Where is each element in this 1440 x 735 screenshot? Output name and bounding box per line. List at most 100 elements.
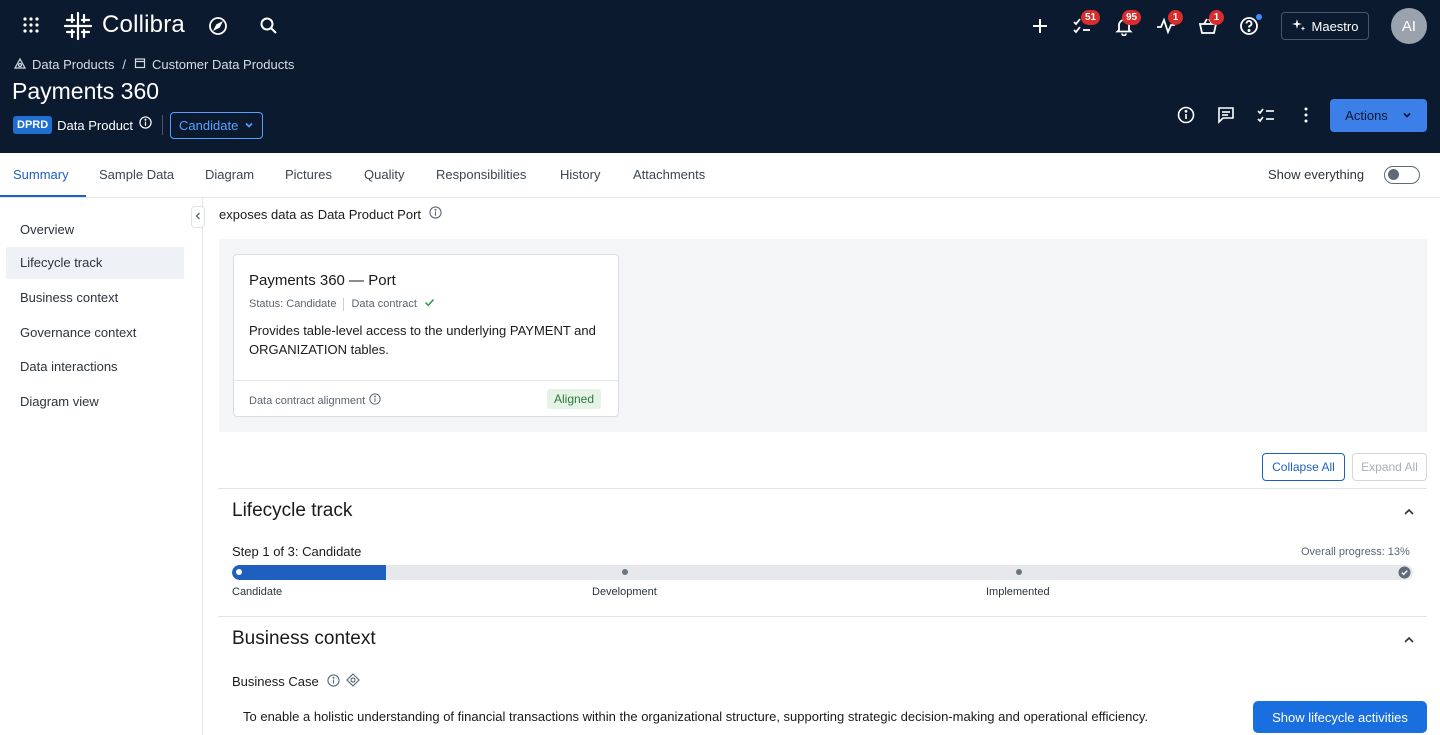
- target-icon[interactable]: [345, 673, 360, 690]
- show-everything-label: Show everything: [1268, 167, 1365, 182]
- stage-marker-implemented: [1016, 569, 1022, 575]
- section-nav: Overview Lifecycle track Business contex…: [0, 198, 203, 735]
- chevron-left-icon: [194, 208, 202, 226]
- relation-header: exposes data as Data Product Port: [219, 206, 442, 222]
- collapse-all-button[interactable]: Collapse All: [1262, 453, 1345, 481]
- sidebar-item-lifecycle-track[interactable]: Lifecycle track: [6, 247, 184, 279]
- breadcrumb-item-data-products[interactable]: Data Products: [32, 57, 114, 72]
- asset-type-label: Data Product: [57, 117, 134, 133]
- port-card-footer: Data contract alignment Aligned: [234, 380, 618, 417]
- expand-all-button[interactable]: Expand All: [1352, 453, 1427, 481]
- sidebar-item-data-interactions[interactable]: Data interactions: [6, 351, 184, 383]
- lifecycle-progress-fill: [232, 565, 386, 580]
- check-icon: [424, 297, 435, 311]
- lifecycle-progress-text: Overall progress: 13%: [1301, 546, 1410, 558]
- tab-summary[interactable]: Summary: [0, 153, 86, 197]
- breadcrumb-item-customer-data-products[interactable]: Customer Data Products: [152, 57, 294, 72]
- actions-button[interactable]: Actions: [1330, 99, 1427, 132]
- help-indicator-dot: [1256, 14, 1262, 20]
- sidebar-item-overview[interactable]: Overview: [6, 214, 184, 246]
- status-value: Candidate: [179, 117, 239, 133]
- lifecycle-section-title[interactable]: Lifecycle track: [232, 500, 352, 522]
- info-circle-icon[interactable]: [1177, 106, 1195, 124]
- maestro-button[interactable]: Maestro: [1281, 12, 1369, 40]
- chevron-down-icon: [244, 118, 254, 133]
- show-lifecycle-activities-button[interactable]: Show lifecycle activities: [1253, 701, 1427, 733]
- business-case-header: Business Case: [232, 673, 360, 690]
- notifications-badge: 95: [1122, 10, 1142, 25]
- toggle-knob: [1388, 169, 1399, 180]
- stage-label-implemented: Implemented: [986, 586, 1050, 598]
- relation-prefix: exposes data as: [219, 206, 314, 222]
- business-context-section-title[interactable]: Business context: [232, 628, 376, 650]
- search-icon[interactable]: [259, 16, 278, 35]
- collibra-logo-icon[interactable]: [63, 11, 93, 41]
- tab-diagram[interactable]: Diagram: [205, 153, 254, 197]
- info-icon[interactable]: [369, 393, 381, 408]
- tab-quality[interactable]: Quality: [364, 153, 404, 197]
- avatar[interactable]: AI: [1391, 8, 1427, 44]
- info-icon[interactable]: [327, 673, 340, 690]
- activity-badge: 1: [1168, 10, 1183, 25]
- checklist-icon[interactable]: [1257, 106, 1275, 124]
- community-icon: [13, 57, 27, 72]
- port-title[interactable]: Payments 360 — Port: [249, 272, 396, 289]
- basket-badge: 1: [1209, 10, 1224, 25]
- logo-text[interactable]: Collibra: [102, 11, 185, 39]
- info-icon[interactable]: [139, 116, 152, 134]
- info-icon[interactable]: [429, 206, 442, 222]
- tab-pictures[interactable]: Pictures: [285, 153, 332, 197]
- collapse-sidebar-button[interactable]: [191, 206, 205, 228]
- sidebar-item-diagram-view[interactable]: Diagram view: [6, 386, 184, 418]
- divider: [343, 297, 345, 311]
- domain-icon: [134, 57, 146, 72]
- aligned-status-badge: Aligned: [547, 389, 602, 409]
- tab-attachments[interactable]: Attachments: [633, 153, 705, 197]
- business-case-text: To enable a holistic understanding of fi…: [243, 709, 1148, 724]
- top-header: Collibra 51 95 1 1 Maestro AI Data Produ…: [0, 0, 1440, 153]
- global-nav: Collibra 51 95 1 1 Maestro AI: [0, 0, 1440, 52]
- comment-icon[interactable]: [1217, 106, 1235, 124]
- lifecycle-progress-track: [232, 565, 1413, 580]
- stage-label-development: Development: [592, 586, 657, 598]
- breadcrumb: Data Products / Customer Data Products: [13, 57, 294, 72]
- page-title: Payments 360: [12, 78, 160, 104]
- compass-icon[interactable]: [208, 16, 228, 36]
- tab-sample-data[interactable]: Sample Data: [99, 153, 174, 197]
- add-icon[interactable]: [1031, 17, 1049, 35]
- stage-marker-candidate: [236, 569, 242, 575]
- relation-target: Data Product Port: [317, 206, 422, 222]
- stage-complete-icon: [1398, 566, 1411, 584]
- alignment-label-group: Data contract alignment: [249, 393, 381, 408]
- chevron-up-icon[interactable]: [1402, 505, 1416, 524]
- asset-type-badge: DPRD: [13, 116, 53, 134]
- show-everything-toggle[interactable]: [1384, 166, 1420, 184]
- tab-bar: Summary Sample Data Diagram Pictures Qua…: [0, 153, 1440, 198]
- lifecycle-step-text: Step 1 of 3: Candidate: [232, 544, 362, 559]
- maestro-label: Maestro: [1311, 18, 1359, 34]
- tasks-badge: 51: [1081, 10, 1101, 25]
- more-vertical-icon[interactable]: [1299, 106, 1313, 124]
- port-description: Provides table-level access to the under…: [249, 323, 596, 357]
- business-case-label: Business Case: [232, 674, 319, 689]
- tab-responsibilities[interactable]: Responsibilities: [436, 153, 526, 197]
- sparkle-icon: [1291, 18, 1306, 35]
- actions-label: Actions: [1345, 108, 1388, 123]
- status-dropdown[interactable]: Candidate: [170, 111, 264, 139]
- breadcrumb-separator: /: [122, 57, 126, 72]
- chevron-up-icon[interactable]: [1402, 633, 1416, 652]
- port-meta: Status: Candidate Data contract: [249, 297, 435, 311]
- divider: [162, 115, 164, 135]
- alignment-label: Data contract alignment: [249, 394, 366, 407]
- sidebar-item-governance-context[interactable]: Governance context: [6, 317, 184, 349]
- port-contract: Data contract: [351, 298, 417, 310]
- stage-marker-development: [622, 569, 628, 575]
- tab-history[interactable]: History: [560, 153, 600, 197]
- port-card[interactable]: Payments 360 — Port Status: Candidate Da…: [233, 254, 619, 417]
- section-divider: [218, 488, 1427, 489]
- chevron-down-icon: [1402, 108, 1412, 123]
- app-grid-icon[interactable]: [22, 16, 40, 34]
- port-status: Status: Candidate: [249, 298, 337, 310]
- sidebar-item-business-context[interactable]: Business context: [6, 282, 184, 314]
- asset-type-row: DPRD Data Product Candidate: [13, 111, 264, 139]
